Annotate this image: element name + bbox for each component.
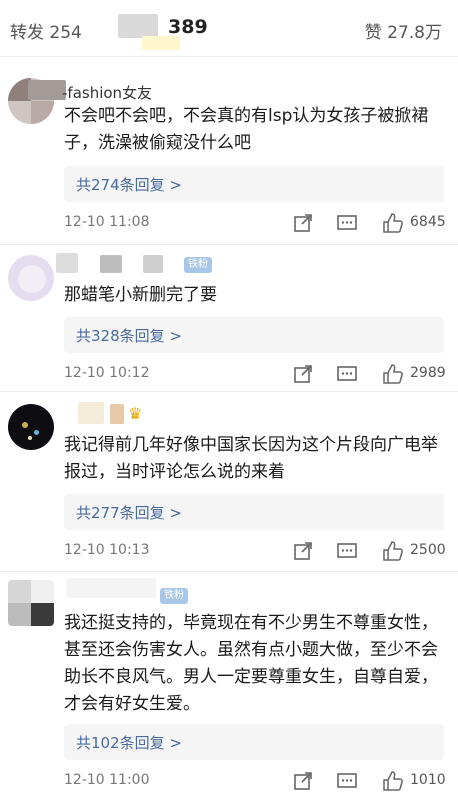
replies-link[interactable]: 共274条回复 >	[64, 166, 444, 202]
redaction-block	[142, 36, 180, 50]
like-count: 2989	[410, 365, 446, 381]
crown-icon: ♛	[128, 404, 143, 423]
replies-link[interactable]: 共277条回复 >	[64, 494, 444, 530]
like-count: 2500	[410, 542, 446, 558]
comment-tab-bar: 转发 254 389 赞 27.8万	[0, 0, 458, 57]
thumbs-up-icon[interactable]	[382, 363, 404, 385]
comment-text: 我记得前几年好像中国家长因为这个片段向广电举报过，当时评论怎么说的来着	[64, 435, 438, 482]
replies-label: 共277条回复 >	[76, 504, 182, 522]
comment-icon[interactable]	[336, 770, 358, 792]
thumbs-up-icon[interactable]	[382, 770, 404, 792]
redaction-block	[110, 404, 124, 424]
comment-meta: 12-10 10:12 2989	[64, 363, 448, 387]
comment-text: 那蜡笔小新删完了要	[64, 285, 217, 305]
username[interactable]: -fashion女友	[62, 82, 152, 103]
thumbs-up-icon[interactable]	[382, 212, 404, 234]
share-icon[interactable]	[292, 540, 314, 562]
timestamp: 12-10 10:13	[64, 542, 150, 558]
comment-item: ♛ 我记得前几年好像中国家长因为这个片段向广电举报过，当时评论怎么说的来着 共2…	[0, 392, 458, 572]
thumbs-up-icon[interactable]	[382, 540, 404, 562]
fan-badge: 铁粉	[160, 588, 188, 604]
comment-meta: 12-10 11:00 1010	[64, 770, 448, 794]
redaction-block	[118, 14, 158, 38]
comment-meta: 12-10 11:08 6845	[64, 212, 448, 236]
redaction-block	[28, 80, 66, 100]
share-icon[interactable]	[292, 212, 314, 234]
reposts-tab[interactable]: 转发 254	[10, 18, 82, 43]
replies-link[interactable]: 共102条回复 >	[64, 724, 444, 760]
comment-item: -fashion女友 不会吧不会吧，不会真的有lsp认为女孩子被掀裙子，洗澡被偷…	[0, 56, 458, 248]
avatar[interactable]	[8, 580, 54, 626]
replies-label: 共274条回复 >	[76, 176, 182, 194]
replies-label: 共102条回复 >	[76, 734, 182, 752]
timestamp: 12-10 11:08	[64, 214, 150, 230]
comment-text: 不会吧不会吧，不会真的有lsp认为女孩子被掀裙子，洗澡被偷窥没什么吧	[64, 106, 429, 153]
comment-icon[interactable]	[336, 540, 358, 562]
share-icon[interactable]	[292, 770, 314, 792]
avatar[interactable]	[8, 404, 54, 450]
replies-link[interactable]: 共328条回复 >	[64, 317, 444, 353]
redaction-block	[56, 253, 78, 273]
comment-text: 我还挺支持的，毕竟现在有不少男生不尊重女性，甚至还会伤害女人。虽然有点小题大做，…	[64, 613, 438, 714]
redaction-block	[78, 402, 104, 424]
share-icon[interactable]	[292, 363, 314, 385]
like-count: 6845	[410, 214, 446, 230]
avatar[interactable]	[8, 255, 54, 301]
redaction-block	[66, 578, 156, 598]
comment-icon[interactable]	[336, 363, 358, 385]
redaction-block	[143, 255, 163, 273]
like-count: 1010	[410, 772, 446, 788]
comment-meta: 12-10 10:13 2500	[64, 540, 448, 564]
timestamp: 12-10 10:12	[64, 365, 150, 381]
likes-tab[interactable]: 赞 27.8万	[365, 18, 442, 43]
replies-label: 共328条回复 >	[76, 327, 182, 345]
redaction-block	[100, 255, 122, 273]
fan-badge: 铁粉	[184, 257, 212, 273]
comment-item: 铁粉 我还挺支持的，毕竟现在有不少男生不尊重女性，甚至还会伤害女人。虽然有点小题…	[0, 572, 458, 800]
comment-item: 铁粉 那蜡笔小新删完了要 共328条回复 > 12-10 10:12 2989	[0, 245, 458, 393]
timestamp: 12-10 11:00	[64, 772, 150, 788]
comment-icon[interactable]	[336, 212, 358, 234]
comments-tab[interactable]: 389	[168, 16, 208, 38]
